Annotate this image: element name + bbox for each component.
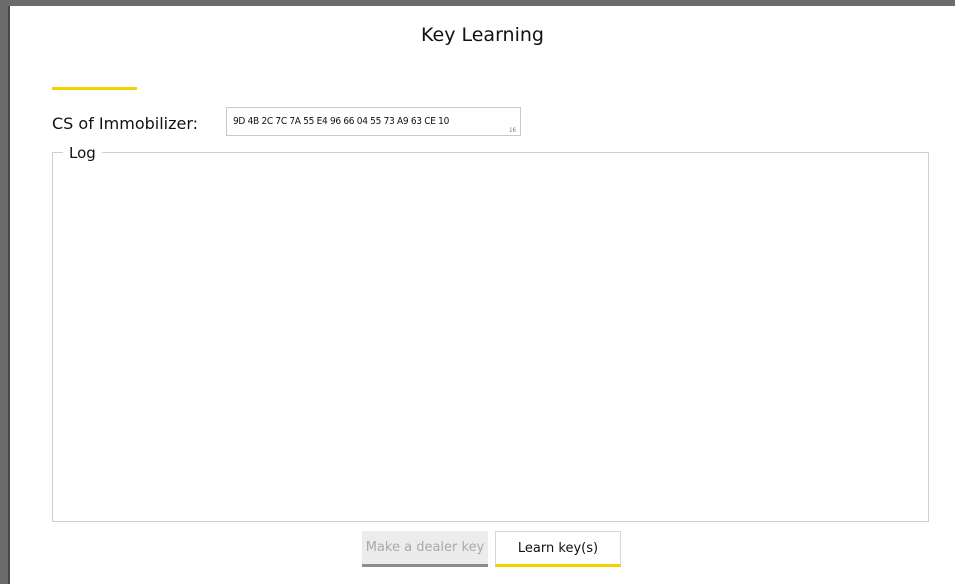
hex-base-indicator: 16 — [509, 127, 516, 134]
cs-immobilizer-label: CS of Immobilizer: — [52, 114, 199, 133]
accent-underline — [52, 87, 137, 90]
make-dealer-key-button[interactable]: Make a dealer key — [362, 531, 488, 567]
learn-keys-button[interactable]: Learn key(s) — [495, 531, 621, 567]
page-title: Key Learning — [421, 24, 544, 46]
log-group: Log — [52, 144, 929, 522]
cs-immobilizer-value: 9D 4B 2C 7C 7A 55 E4 96 66 04 55 73 A9 6… — [233, 116, 449, 127]
log-text-area[interactable] — [53, 163, 928, 521]
cs-immobilizer-field[interactable]: 9D 4B 2C 7C 7A 55 E4 96 66 04 55 73 A9 6… — [226, 107, 521, 136]
key-learning-window: Key Learning CS of Immobilizer: 9D 4B 2C… — [8, 6, 955, 584]
log-legend: Log — [63, 144, 102, 162]
